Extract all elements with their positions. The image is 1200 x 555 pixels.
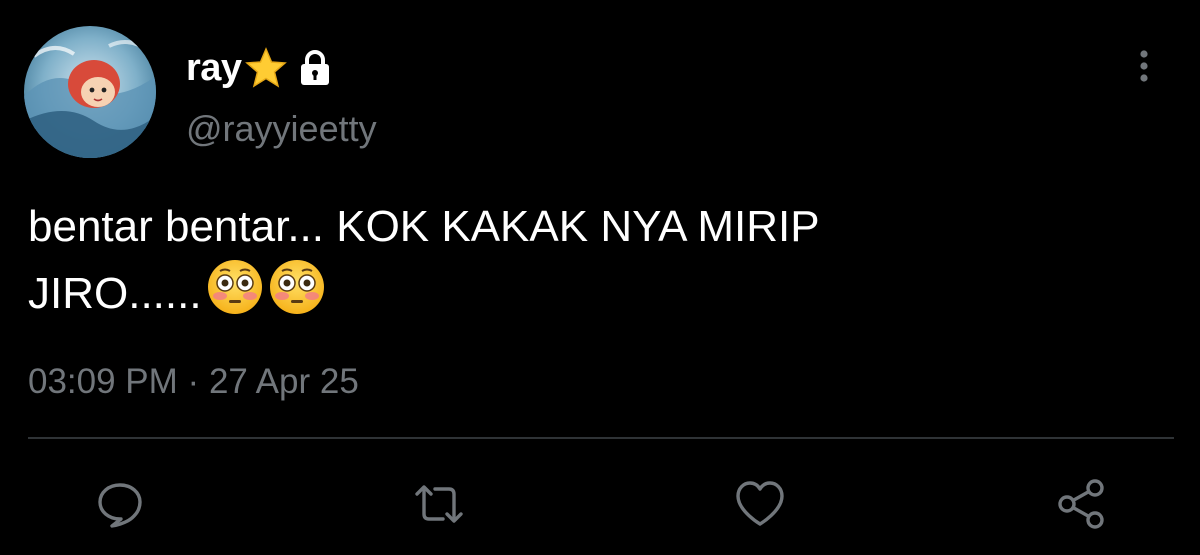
author-name-row[interactable]: ray [186, 42, 332, 94]
avatar[interactable] [24, 26, 156, 158]
tweet-text-line-2: JIRO...... [28, 269, 202, 318]
reply-button[interactable] [88, 472, 152, 536]
flushed-face-emoji-icon [206, 258, 264, 333]
action-bar [0, 472, 1200, 536]
retweet-button[interactable] [407, 472, 471, 536]
tweet-date: 27 Apr 25 [208, 362, 359, 401]
speech-bubble-icon [98, 483, 142, 528]
tweet-timestamp[interactable]: 03:09 PM · 27 Apr 25 [28, 362, 359, 402]
share-icon [1058, 479, 1104, 529]
tweet-text-line-1: bentar bentar... KOK KAKAK NYA MIRIP [28, 202, 820, 251]
more-vertical-icon [1140, 50, 1148, 82]
display-name[interactable]: ray [186, 47, 242, 90]
divider [28, 437, 1174, 439]
star-icon [244, 46, 288, 90]
share-button[interactable] [1049, 472, 1113, 536]
tweet-text: bentar bentar... KOK KAKAK NYA MIRIP JIR… [28, 196, 1148, 333]
like-button[interactable] [728, 472, 792, 536]
author-handle[interactable]: @rayyieetty [186, 108, 377, 150]
more-options-button[interactable] [1124, 44, 1164, 88]
heart-icon [736, 481, 784, 526]
lock-icon [298, 49, 332, 87]
tweet-time: 03:09 PM [28, 362, 178, 401]
meta-separator: · [187, 362, 200, 401]
avatar-image [24, 26, 156, 158]
tweet-text-line-2-row: JIRO...... [28, 258, 1148, 333]
flushed-face-emoji-icon [268, 258, 326, 333]
retweet-icon [415, 485, 463, 523]
